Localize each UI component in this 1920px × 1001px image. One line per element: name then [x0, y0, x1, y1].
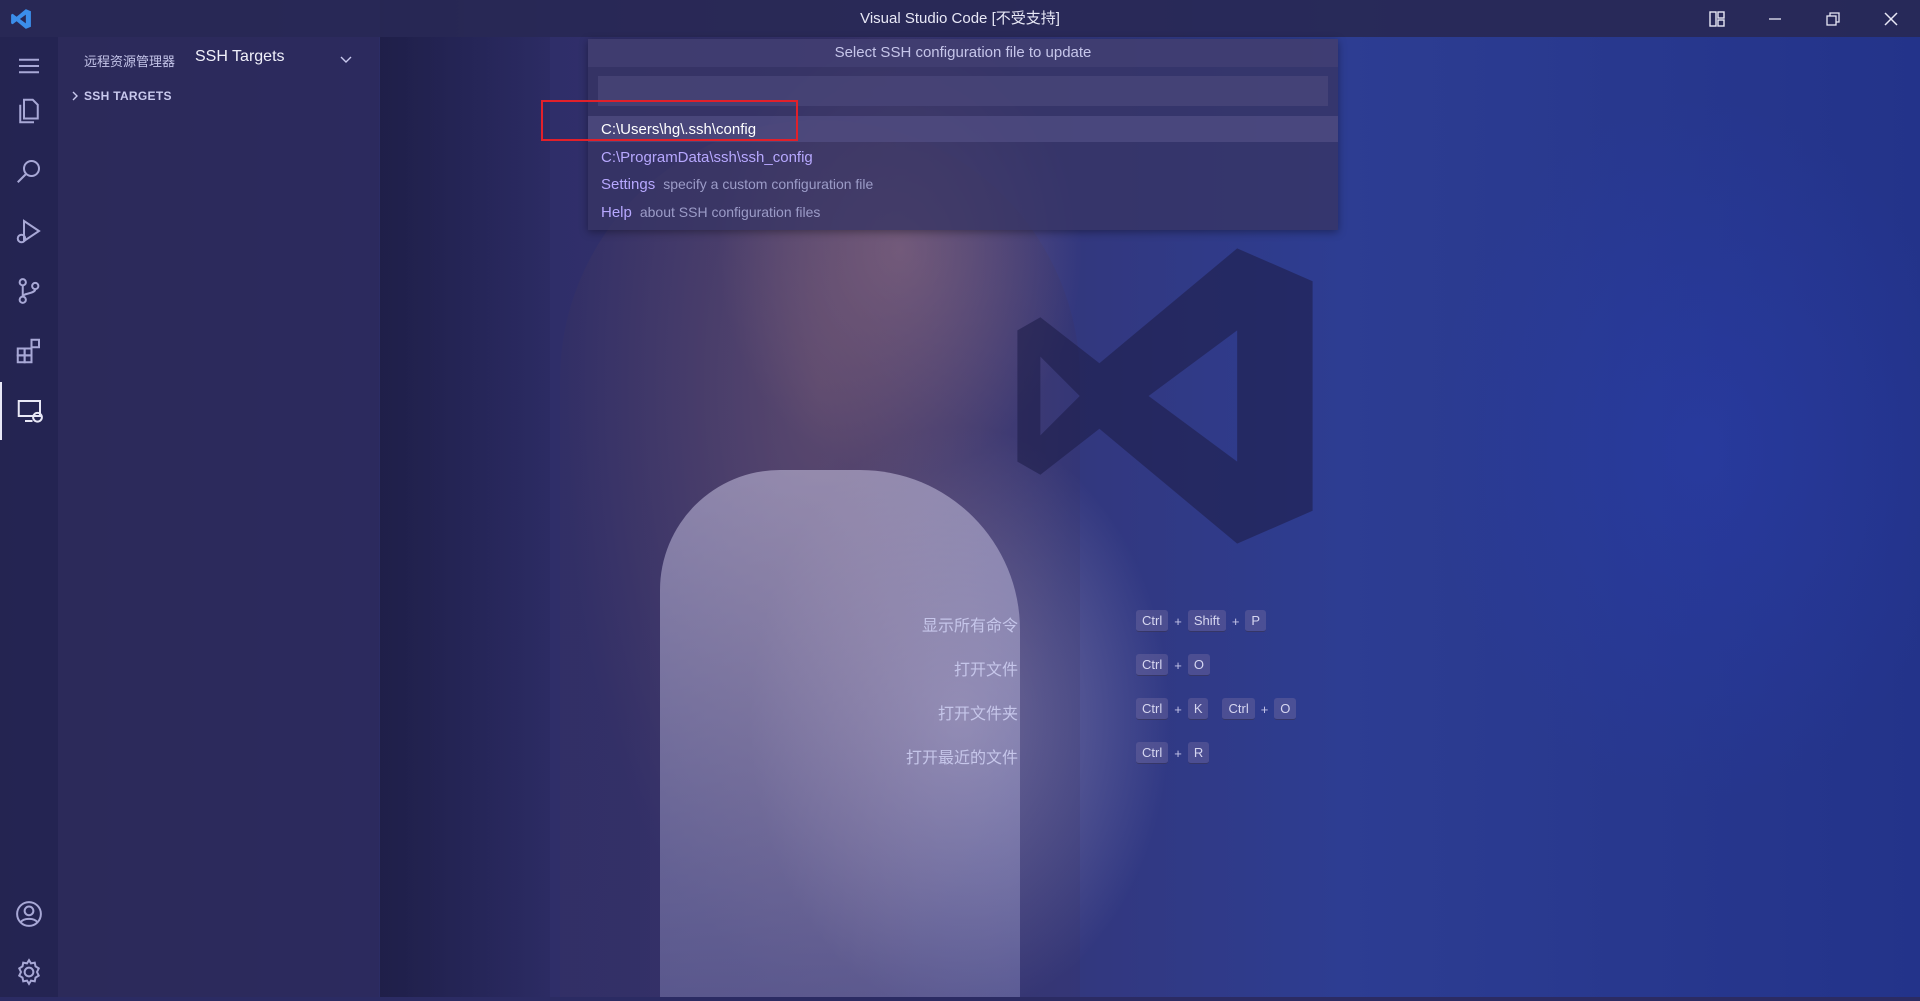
run-debug-icon: [16, 219, 41, 244]
keycap: Ctrl: [1136, 698, 1169, 720]
title-bar: Visual Studio Code [不受支持]: [0, 0, 1920, 37]
menu-icon: [19, 58, 39, 74]
quick-pick-item-label: C:\ProgramData\ssh\ssh_config: [601, 148, 813, 166]
extensions-icon: [16, 338, 40, 364]
keycap: Shift: [1187, 610, 1226, 632]
layout-button[interactable]: [1688, 0, 1746, 37]
keycap: R: [1187, 742, 1210, 764]
activity-search[interactable]: [0, 142, 58, 200]
activity-run-debug[interactable]: [0, 202, 58, 260]
ssh-targets-label: SSH TARGETS: [84, 89, 172, 103]
activity-source-control[interactable]: [0, 262, 58, 320]
quick-pick-item[interactable]: Help about SSH configuration files: [588, 199, 1338, 225]
keycap: O: [1274, 698, 1297, 720]
sidebar-header: 远程资源管理器 SSH Targets: [58, 37, 379, 82]
quick-pick-item[interactable]: Settings specify a custom configuration …: [588, 171, 1338, 197]
files-icon: [19, 98, 39, 124]
quick-pick-item-description: specify a custom configuration file: [663, 176, 874, 192]
shortcut-row: 打开文件夹 Ctrl + K Ctrl + O: [900, 696, 1400, 724]
activity-settings[interactable]: [0, 943, 58, 1001]
shortcut-keys: Ctrl + K Ctrl + O: [1136, 698, 1297, 720]
vscode-watermark-icon: [1017, 248, 1313, 544]
gear-icon: [17, 958, 41, 986]
keycap: Ctrl: [1136, 610, 1169, 632]
account-icon: [16, 901, 42, 927]
shortcut-label: 显示所有命令: [921, 618, 1018, 635]
keycap: Ctrl: [1222, 698, 1255, 720]
activity-bar: [0, 37, 58, 997]
activity-explorer[interactable]: [0, 82, 58, 140]
keycap: P: [1245, 610, 1267, 632]
shortcut-label: 打开文件: [953, 662, 1018, 679]
keycap: Ctrl: [1136, 742, 1169, 764]
shortcut-row: 打开文件 Ctrl + O: [900, 652, 1400, 680]
layout-icon: [1709, 10, 1725, 27]
restore-button[interactable]: [1804, 0, 1862, 37]
activity-remote-explorer[interactable]: [0, 382, 58, 440]
sidebar-title: 远程资源管理器: [84, 54, 176, 69]
close-icon: [1884, 11, 1898, 26]
background-dress: [660, 470, 1020, 997]
keycap: O: [1187, 654, 1210, 676]
search-icon: [17, 160, 40, 183]
chevron-right-icon: [72, 91, 78, 101]
window-title: Visual Studio Code [不受支持]: [860, 10, 1060, 27]
shortcut-keys: Ctrl + O: [1136, 654, 1210, 676]
annotation-highlight-box: [541, 100, 798, 141]
remote-target-select[interactable]: SSH Targets: [195, 48, 285, 66]
quick-pick-item[interactable]: C:\ProgramData\ssh\ssh_config: [588, 144, 1338, 170]
activity-extensions[interactable]: [0, 322, 58, 380]
quick-pick-item-label: Help: [601, 203, 632, 221]
sidebar: 远程资源管理器 SSH Targets SSH TARGETS: [58, 37, 379, 997]
source-control-icon: [18, 278, 40, 304]
quick-pick-item-label: Settings: [601, 175, 656, 193]
background-shadow: [380, 0, 550, 997]
quick-pick-item-description: about SSH configuration files: [639, 204, 821, 220]
activity-accounts[interactable]: [0, 885, 58, 943]
shortcut-keys: Ctrl + Shift + P: [1136, 610, 1267, 632]
keycap: Ctrl: [1136, 654, 1169, 676]
keycap: K: [1187, 698, 1209, 720]
remote-explorer-icon: [17, 400, 43, 423]
close-button[interactable]: [1862, 0, 1920, 37]
shortcut-row: 打开最近的文件 Ctrl + R: [900, 740, 1400, 768]
shortcut-label: 打开文件夹: [937, 706, 1018, 723]
ssh-targets-section[interactable]: SSH TARGETS: [58, 85, 379, 107]
minimize-icon: [1769, 17, 1781, 20]
shortcut-label: 打开最近的文件: [905, 750, 1018, 767]
restore-icon: [1826, 11, 1840, 26]
quick-pick-title: Select SSH configuration file to update: [588, 39, 1338, 67]
chevron-down-icon[interactable]: [338, 51, 354, 67]
shortcut-keys: Ctrl + R: [1136, 742, 1210, 764]
shortcut-row: 显示所有命令 Ctrl + Shift + P: [900, 608, 1400, 636]
minimize-button[interactable]: [1746, 0, 1804, 37]
